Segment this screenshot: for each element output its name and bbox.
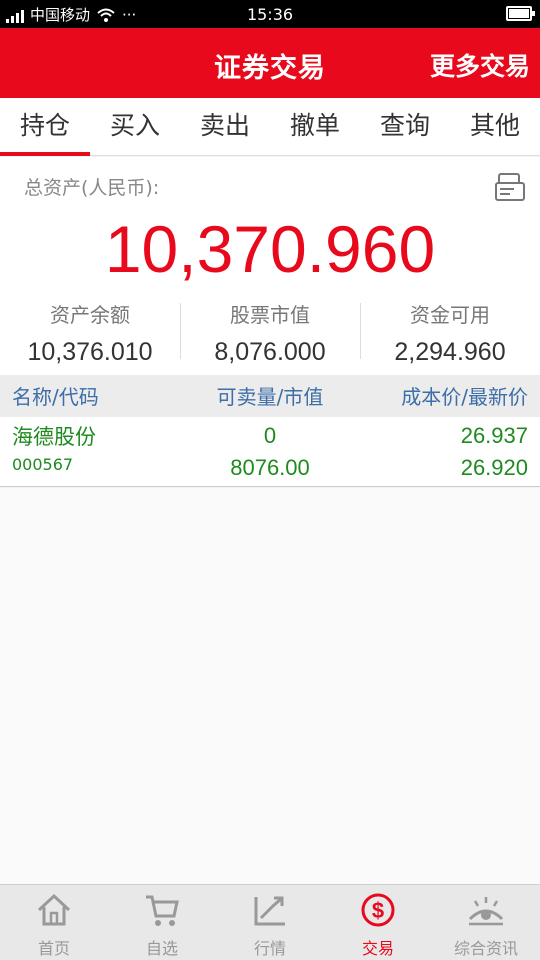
asset-summary: 总资产(人民币): 10,370.960 资产余额 10,376.010 股票市… xyxy=(0,157,540,375)
svg-text:$: $ xyxy=(372,898,384,923)
home-icon xyxy=(37,893,71,926)
tab-other[interactable]: 其他 xyxy=(450,98,540,156)
asset-balance-label: 资产余额 xyxy=(50,303,130,327)
nav-trade[interactable]: $ 交易 xyxy=(324,885,432,960)
asset-breakdown: 资产余额 10,376.010 股票市值 8,076.000 资金可用 2,29… xyxy=(0,299,540,366)
nav-home[interactable]: 首页 xyxy=(0,885,108,960)
app-header: 证券交易 更多交易 xyxy=(0,28,540,98)
total-assets-value: 10,370.960 xyxy=(104,212,436,286)
trend-icon xyxy=(254,896,285,926)
nav-watchlist[interactable]: 自选 xyxy=(108,885,216,960)
column-cost-latest: 成本价/最新价 xyxy=(401,385,528,409)
tab-query[interactable]: 查询 xyxy=(360,98,450,156)
sellable-quantity: 0 xyxy=(263,423,277,448)
status-time: 15:36 xyxy=(246,5,294,24)
statement-icon[interactable] xyxy=(494,171,526,203)
nav-market-label: 行情 xyxy=(253,939,286,958)
available-funds-label: 资金可用 xyxy=(410,303,490,327)
tab-sell[interactable]: 卖出 xyxy=(180,98,270,156)
cart-icon xyxy=(146,895,179,926)
tab-cancel[interactable]: 撤单 xyxy=(270,98,360,156)
status-bar: 中国移动 ··· 15:36 xyxy=(0,0,540,28)
dollar-icon: $ xyxy=(361,893,395,927)
total-assets-label: 总资产(人民币): xyxy=(24,177,160,199)
nav-news-label: 综合资讯 xyxy=(453,939,518,958)
stock-market-value-label: 股票市值 xyxy=(230,303,310,327)
more-trades-button[interactable]: 更多交易 xyxy=(430,47,530,83)
asset-balance: 资产余额 10,376.010 xyxy=(0,299,180,366)
stock-market-value: 股票市值 8,076.000 xyxy=(180,299,360,366)
latest-price: 26.920 xyxy=(460,455,528,480)
table-row[interactable]: 海德股份 000567 0 8076.00 26.937 26.920 xyxy=(0,417,540,487)
eye-icon xyxy=(468,897,504,926)
trade-tabs: 持仓 买入 卖出 撤单 查询 其他 xyxy=(0,98,540,156)
available-funds-value: 2,294.960 xyxy=(394,338,506,366)
holdings-table-header: 名称/代码 可卖量/市值 成本价/最新价 xyxy=(0,375,540,417)
asset-balance-value: 10,376.010 xyxy=(27,338,153,366)
available-funds: 资金可用 2,294.960 xyxy=(360,299,540,366)
tab-buy[interactable]: 买入 xyxy=(90,98,180,156)
empty-list-area xyxy=(0,488,540,884)
nav-trade-label: 交易 xyxy=(361,939,394,958)
holding-market-value: 8076.00 xyxy=(230,455,310,480)
bottom-nav: 首页 自选 行情 $ 交易 综合资讯 xyxy=(0,884,540,960)
cost-price: 26.937 xyxy=(460,423,528,448)
nav-watchlist-label: 自选 xyxy=(145,939,178,958)
tab-holdings[interactable]: 持仓 xyxy=(0,98,90,156)
stock-market-value-amount: 8,076.000 xyxy=(214,338,326,366)
nav-market[interactable]: 行情 xyxy=(216,885,324,960)
nav-news[interactable]: 综合资讯 xyxy=(432,885,540,960)
battery-icon xyxy=(506,6,535,21)
nav-home-label: 首页 xyxy=(37,939,70,958)
